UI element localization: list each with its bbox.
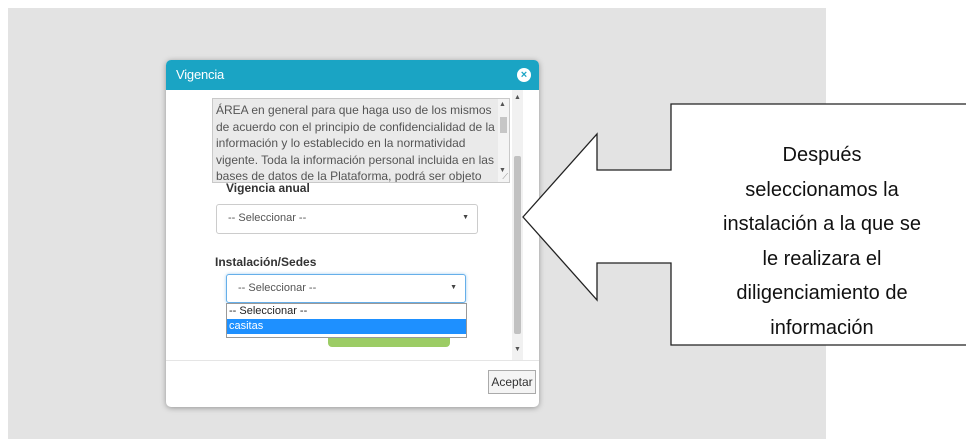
- callout-line: diligenciamiento de: [736, 282, 908, 304]
- callout-line: le realizara el: [762, 247, 882, 270]
- callout-line: Después: [782, 144, 862, 166]
- callout-text: Después seleccionamos la instalación a l…: [683, 138, 961, 345]
- callout-line: información: [770, 316, 874, 339]
- callout-line: seleccionamos la: [745, 178, 899, 201]
- callout-line: instalación a la que se: [723, 213, 921, 235]
